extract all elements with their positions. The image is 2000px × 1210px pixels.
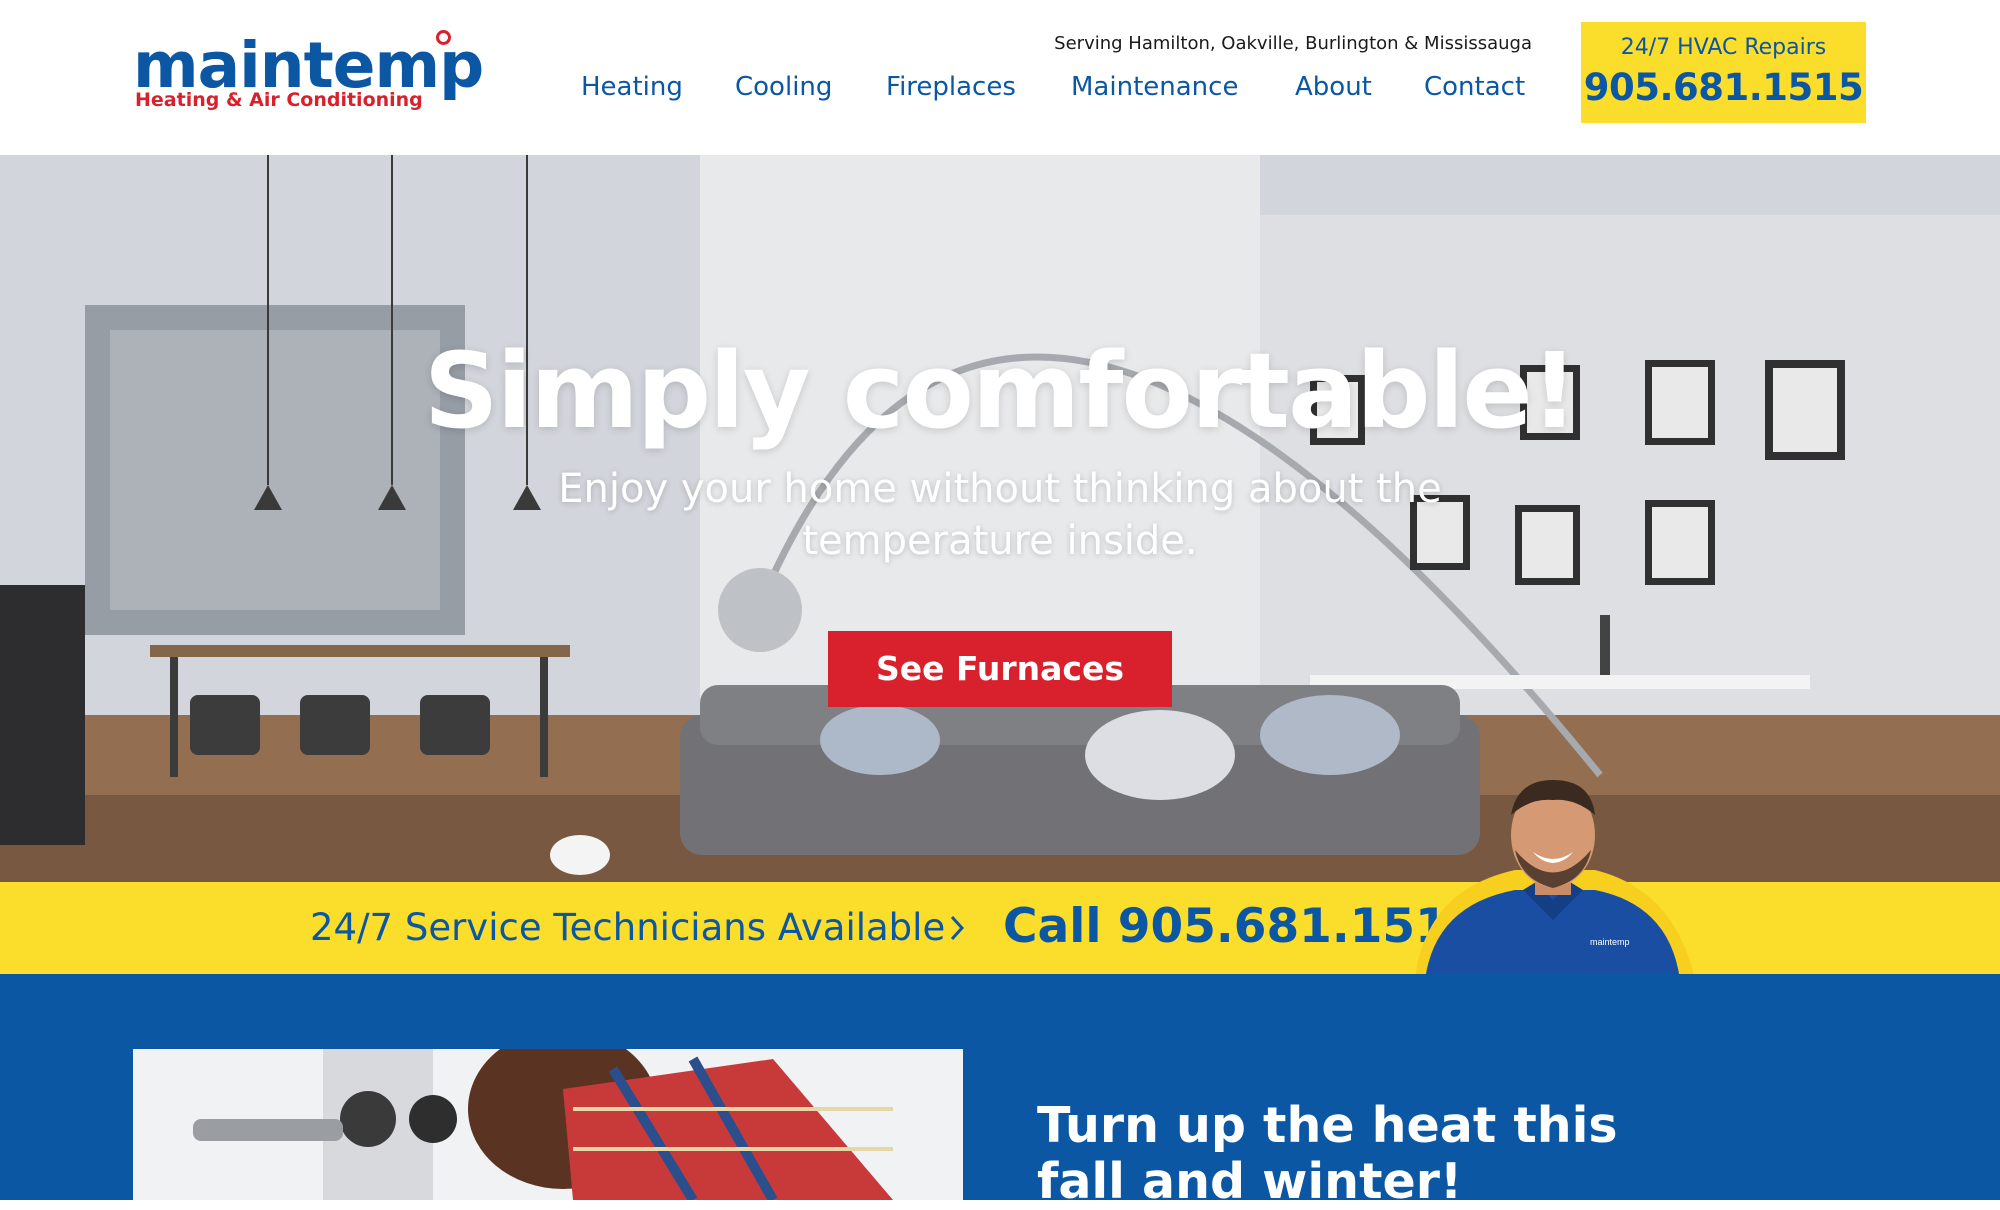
hero-title: Simply comfortable! xyxy=(423,330,1578,452)
nav-heading[interactable]: Heating xyxy=(581,72,683,102)
shirt-logo-text: maintemp xyxy=(1590,937,1630,947)
technician-furnace-photo xyxy=(133,1049,963,1200)
logo-tagline: Heating & Air Conditioning xyxy=(135,89,423,111)
nav-about[interactable]: About xyxy=(1295,72,1372,102)
hero-subtitle: Enjoy your home without thinking about t… xyxy=(558,466,1442,564)
promo-heading: Turn up the heat this fall and winter! xyxy=(1037,1097,1618,1210)
site-header: maintemp Heating & Air Conditioning Serv… xyxy=(0,0,2000,155)
technician-photo: maintemp xyxy=(1415,780,1695,980)
nav-fireplaces[interactable]: Fireplaces xyxy=(886,72,1016,102)
chevron-right-icon xyxy=(950,915,964,941)
phone-callout-label: 24/7 HVAC Repairs xyxy=(1620,35,1827,60)
nav-contact[interactable]: Contact xyxy=(1424,72,1525,102)
logo-degree-icon xyxy=(436,30,451,45)
phone-callout-number[interactable]: 905.681.1515 xyxy=(1581,66,1866,109)
service-area-text: Serving Hamilton, Oakville, Burlington &… xyxy=(1054,33,1532,54)
maintemp-logo[interactable]: maintemp Heating & Air Conditioning xyxy=(133,26,484,121)
phone-callout[interactable]: 24/7 HVAC Repairs 905.681.1515 xyxy=(1581,22,1866,123)
promo-section: Turn up the heat this fall and winter! xyxy=(0,974,2000,1210)
service-band-text[interactable]: 24/7 Service Technicians Available xyxy=(310,906,945,949)
nav-maintenance[interactable]: Maintenance xyxy=(1071,72,1238,102)
nav-cooling[interactable]: Cooling xyxy=(735,72,832,102)
see-furnaces-button[interactable]: See Furnaces xyxy=(828,631,1172,707)
